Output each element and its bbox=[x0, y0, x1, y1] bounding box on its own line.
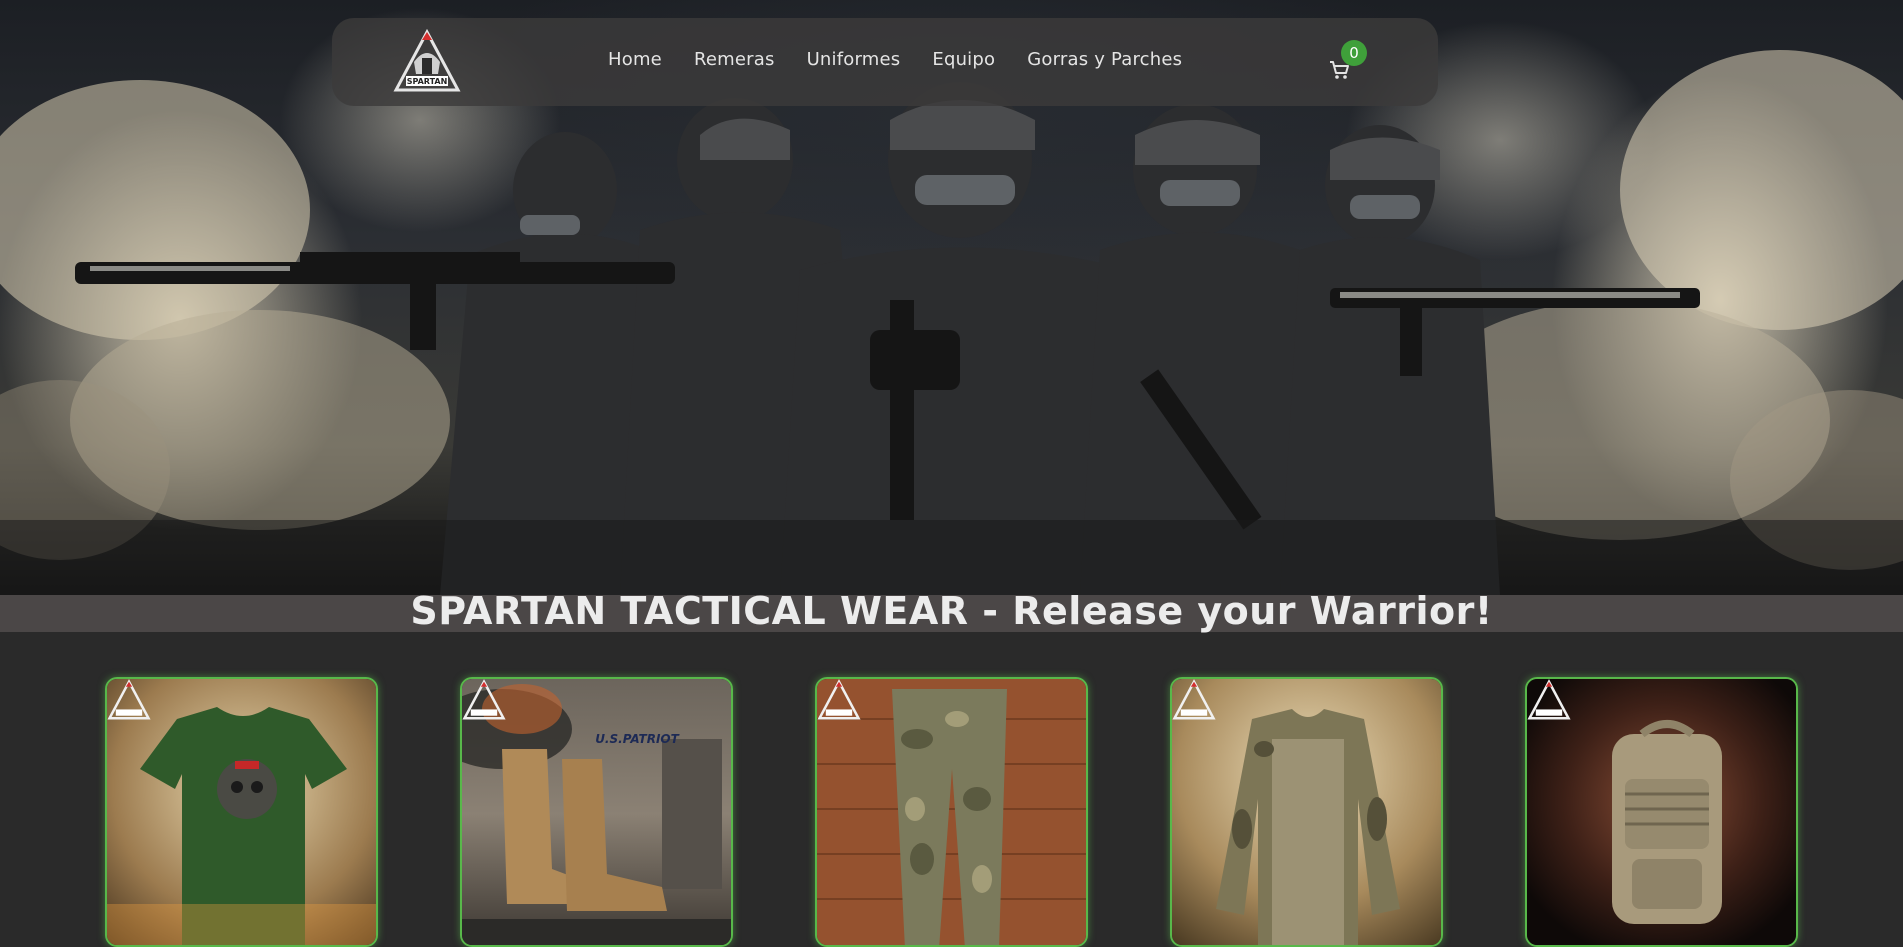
nav-uniformes[interactable]: Uniformes bbox=[807, 49, 901, 70]
product-card-pants[interactable] bbox=[815, 677, 1088, 947]
cart-count-badge: 0 bbox=[1341, 40, 1367, 66]
hero-banner: SPARTAN Home Remeras Uniformes Equipo Go… bbox=[0, 0, 1903, 595]
us-patriot-brand: U.S.PATRIOT bbox=[595, 732, 679, 746]
product-card-backpack[interactable] bbox=[1525, 677, 1798, 947]
spartan-logo-small bbox=[462, 679, 506, 720]
nav-home[interactable]: Home bbox=[608, 49, 662, 70]
cart-button[interactable]: 0 bbox=[1328, 40, 1388, 88]
spartan-logo[interactable]: SPARTAN bbox=[392, 28, 462, 94]
hero-tagline: SPARTAN TACTICAL WEAR - Release your War… bbox=[410, 589, 1493, 633]
nav-gorras-parches[interactable]: Gorras y Parches bbox=[1027, 49, 1182, 70]
navbar: SPARTAN Home Remeras Uniformes Equipo Go… bbox=[332, 18, 1438, 106]
spartan-logo-small bbox=[107, 679, 151, 720]
nav-remeras[interactable]: Remeras bbox=[694, 49, 775, 70]
product-grid: U.S.PATRIOT bbox=[0, 677, 1903, 947]
product-card-combat-shirt[interactable] bbox=[1170, 677, 1443, 947]
main-nav: Home Remeras Uniformes Equipo Gorras y P… bbox=[608, 49, 1214, 70]
product-card-tshirt[interactable] bbox=[105, 677, 378, 947]
svg-text:SPARTAN: SPARTAN bbox=[407, 77, 448, 86]
spartan-logo-small bbox=[1527, 679, 1571, 720]
spartan-logo-small bbox=[1172, 679, 1216, 720]
nav-equipo[interactable]: Equipo bbox=[932, 49, 995, 70]
product-card-boots[interactable]: U.S.PATRIOT bbox=[460, 677, 733, 947]
spartan-logo-small bbox=[817, 679, 861, 720]
